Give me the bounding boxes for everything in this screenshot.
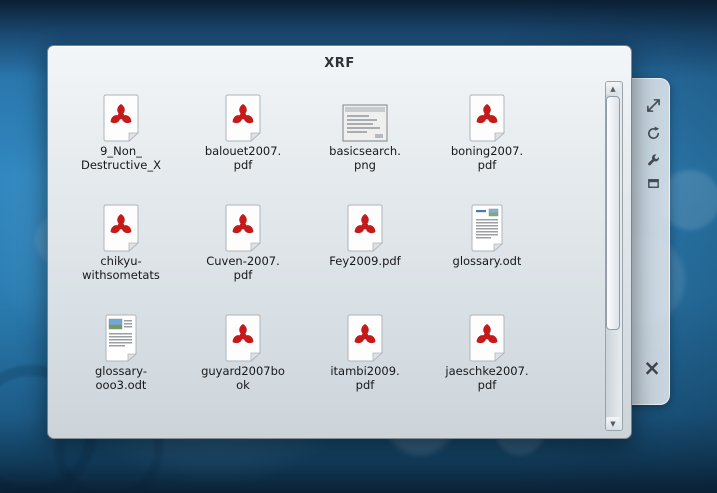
- maximize-button[interactable]: [643, 173, 663, 193]
- scroll-down-button[interactable]: ▼: [606, 417, 620, 430]
- file-item[interactable]: basicsearch. png: [304, 90, 426, 200]
- rotate-button[interactable]: [643, 123, 663, 143]
- pdf-icon: [99, 200, 143, 252]
- file-label: chikyu- withsometats: [82, 255, 160, 283]
- scrollbar-thumb[interactable]: [606, 96, 620, 330]
- file-label: guyard2007bo ok: [201, 365, 285, 393]
- file-label: glossary- ooo3.odt: [95, 365, 147, 393]
- pdf-icon: [343, 200, 387, 252]
- folder-view-popup: XRF 9_Non_ Destructive_X balouet2007. pd…: [47, 45, 632, 439]
- image-preview-icon: [342, 90, 388, 142]
- file-label: jaeschke2007. pdf: [445, 365, 528, 393]
- file-item[interactable]: balouet2007. pdf: [182, 90, 304, 200]
- file-label: Fey2009.pdf: [329, 255, 400, 269]
- file-item[interactable]: glossary.odt: [426, 200, 548, 310]
- pdf-icon: [465, 90, 509, 142]
- maximize-icon: [646, 176, 661, 191]
- configure-button[interactable]: [643, 150, 663, 170]
- file-label: 9_Non_ Destructive_X: [81, 145, 161, 173]
- pdf-icon: [99, 90, 143, 142]
- file-item[interactable]: Fey2009.pdf: [304, 200, 426, 310]
- file-label: balouet2007. pdf: [205, 145, 281, 173]
- file-label: glossary.odt: [453, 255, 522, 269]
- scroll-up-button[interactable]: ▲: [606, 82, 620, 95]
- file-item[interactable]: Cuven-2007. pdf: [182, 200, 304, 310]
- pdf-icon: [221, 200, 265, 252]
- file-item[interactable]: boning2007. pdf: [426, 90, 548, 200]
- screen: × XRF 9_Non_ Destructive_X balouet2007. …: [0, 0, 717, 493]
- pdf-icon: [465, 310, 509, 362]
- pdf-icon: [221, 90, 265, 142]
- popup-title: XRF: [48, 56, 631, 71]
- file-label: Cuven-2007. pdf: [206, 255, 280, 283]
- file-label: basicsearch. png: [329, 145, 401, 173]
- pdf-icon: [221, 310, 265, 362]
- resize-button[interactable]: [643, 95, 663, 115]
- file-label: boning2007. pdf: [451, 145, 523, 173]
- file-item[interactable]: chikyu- withsometats: [60, 200, 182, 310]
- close-icon: ×: [643, 358, 661, 379]
- wrench-icon: [646, 153, 661, 168]
- rotate-icon: [646, 126, 661, 141]
- file-item[interactable]: jaeschke2007. pdf: [426, 310, 548, 420]
- scrollbar[interactable]: ▲ ▼: [605, 81, 623, 431]
- file-item[interactable]: itambi2009. pdf: [304, 310, 426, 420]
- file-item[interactable]: guyard2007bo ok: [182, 310, 304, 420]
- odt-image-icon: [101, 310, 141, 362]
- odt-icon: [467, 200, 507, 252]
- file-item[interactable]: 9_Non_ Destructive_X: [60, 90, 182, 200]
- close-button[interactable]: ×: [639, 355, 665, 381]
- file-grid: 9_Non_ Destructive_X balouet2007. pdf ba…: [60, 90, 548, 420]
- resize-icon: [646, 98, 661, 113]
- file-item[interactable]: glossary- ooo3.odt: [60, 310, 182, 420]
- pdf-icon: [343, 310, 387, 362]
- file-label: itambi2009. pdf: [330, 365, 399, 393]
